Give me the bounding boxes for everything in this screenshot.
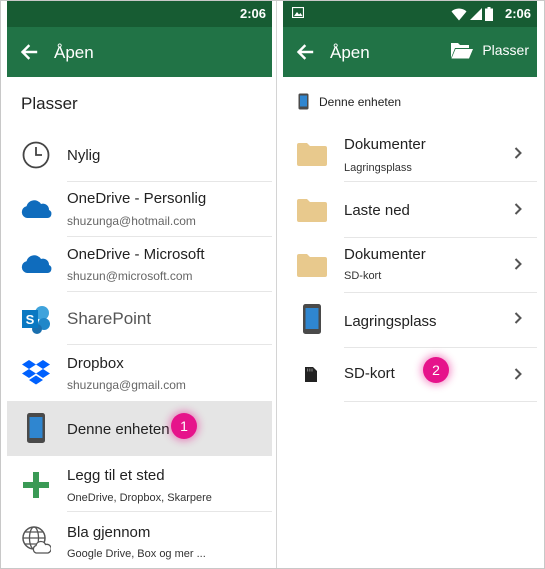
place-item-account: shuzun@microsoft.com bbox=[67, 269, 193, 283]
folder-icon bbox=[297, 254, 327, 277]
cell-signal-icon bbox=[470, 8, 482, 20]
app-bar: Åpen Plasser bbox=[283, 27, 537, 77]
folder-icon bbox=[297, 199, 327, 222]
status-bar: 2:06 bbox=[7, 1, 272, 27]
sd-card-icon bbox=[305, 367, 317, 382]
panel-divider bbox=[276, 1, 277, 568]
open-folder-icon bbox=[451, 43, 474, 59]
onedrive-cloud-icon bbox=[20, 193, 52, 225]
status-icons bbox=[451, 6, 493, 22]
app-bar: Åpen bbox=[7, 27, 272, 77]
back-arrow-icon[interactable] bbox=[295, 42, 315, 62]
callout-badge-1: 1 bbox=[171, 413, 197, 439]
place-item-providers: Google Drive, Box og mer ... bbox=[67, 548, 206, 560]
place-item-providers: OneDrive, Dropbox, Skarpere bbox=[67, 492, 212, 504]
clock-icon bbox=[20, 139, 52, 171]
place-item-onedrive-personal[interactable]: OneDrive - Personlig shuzunga@hotmail.co… bbox=[7, 182, 272, 236]
place-item-label: Nylig bbox=[67, 147, 101, 164]
sharepoint-icon: S bbox=[20, 303, 52, 335]
image-notification-icon bbox=[292, 7, 304, 18]
chevron-right-icon bbox=[514, 312, 522, 324]
status-time: 2:06 bbox=[504, 6, 531, 21]
folder-row-downloads[interactable]: Laste ned bbox=[283, 182, 537, 237]
plus-icon bbox=[20, 469, 52, 501]
place-item-add-place[interactable]: Legg til et sted OneDrive, Dropbox, Skar… bbox=[7, 458, 272, 511]
chevron-right-icon bbox=[514, 368, 522, 380]
folder-row-location: SD-kort bbox=[344, 270, 382, 282]
place-item-recent[interactable]: Nylig bbox=[7, 129, 272, 181]
place-item-dropbox[interactable]: Dropbox shuzunga@gmail.com bbox=[7, 345, 272, 399]
callout-badge-2: 2 bbox=[423, 357, 449, 383]
place-item-label: Dropbox bbox=[67, 355, 124, 372]
folder-row-label: Dokumenter bbox=[344, 136, 426, 153]
place-item-browse[interactable]: Bla gjennom Google Drive, Box og mer ... bbox=[7, 512, 272, 566]
left-panel-places: 2:06 Åpen Plasser Nylig OneDrive - Perso… bbox=[7, 1, 272, 568]
places-button-label: Plasser bbox=[482, 42, 529, 58]
places-button[interactable]: Plasser bbox=[450, 40, 529, 60]
status-bar: 2:06 bbox=[283, 1, 537, 27]
section-title-places: Plasser bbox=[21, 94, 78, 113]
place-item-label: SharePoint bbox=[67, 309, 152, 328]
place-item-sharepoint[interactable]: S SharePoint bbox=[7, 292, 272, 344]
place-item-account: shuzunga@gmail.com bbox=[67, 378, 186, 392]
location-header-label: Denne enheten bbox=[319, 94, 402, 109]
place-item-onedrive-business[interactable]: OneDrive - Microsoft shuzun@microsoft.co… bbox=[7, 237, 272, 291]
storage-row-internal[interactable]: Lagringsplass bbox=[283, 293, 537, 347]
folder-row-documents-sd[interactable]: Dokumenter SD-kort bbox=[283, 238, 537, 292]
folder-row-label: Laste ned bbox=[344, 202, 410, 219]
chevron-right-icon bbox=[514, 258, 522, 270]
storage-row-label: SD-kort bbox=[344, 365, 395, 382]
storage-row-label: Lagringsplass bbox=[344, 313, 437, 330]
folder-icon bbox=[297, 143, 327, 166]
place-item-label: Denne enheten bbox=[67, 421, 170, 438]
folder-row-documents-storage[interactable]: Dokumenter Lagringsplass bbox=[283, 125, 537, 180]
location-header: Denne enheten bbox=[298, 93, 401, 110]
phone-device-icon bbox=[20, 412, 52, 444]
onedrive-cloud-icon bbox=[20, 248, 52, 280]
place-item-label: Bla gjennom bbox=[67, 524, 151, 541]
battery-icon bbox=[485, 7, 493, 21]
folder-row-location: Lagringsplass bbox=[344, 162, 412, 174]
chevron-right-icon bbox=[514, 147, 522, 159]
storage-row-sd-card[interactable]: SD-kort bbox=[283, 348, 537, 401]
back-arrow-icon[interactable] bbox=[19, 42, 39, 62]
place-item-label: Legg til et sted bbox=[67, 467, 165, 484]
phone-device-icon bbox=[303, 304, 321, 334]
dropbox-icon bbox=[20, 357, 52, 389]
folder-row-label: Dokumenter bbox=[344, 246, 426, 263]
app-bar-title: Åpen bbox=[54, 43, 94, 62]
place-item-label: OneDrive - Personlig bbox=[67, 190, 207, 207]
phone-device-icon bbox=[298, 93, 309, 110]
place-item-account: shuzunga@hotmail.com bbox=[67, 214, 196, 228]
globe-cloud-icon bbox=[20, 524, 52, 556]
status-time: 2:06 bbox=[239, 6, 266, 21]
place-item-label: OneDrive - Microsoft bbox=[67, 246, 205, 263]
divider bbox=[344, 401, 537, 402]
app-bar-title: Åpen bbox=[330, 43, 370, 62]
chevron-right-icon bbox=[514, 203, 522, 215]
right-panel-this-device: 2:06 Åpen Plasser Denne enheten Dokument… bbox=[283, 1, 537, 568]
place-item-this-device[interactable]: Denne enheten bbox=[7, 401, 272, 456]
svg-text:S: S bbox=[26, 312, 35, 327]
wifi-icon bbox=[451, 8, 467, 20]
